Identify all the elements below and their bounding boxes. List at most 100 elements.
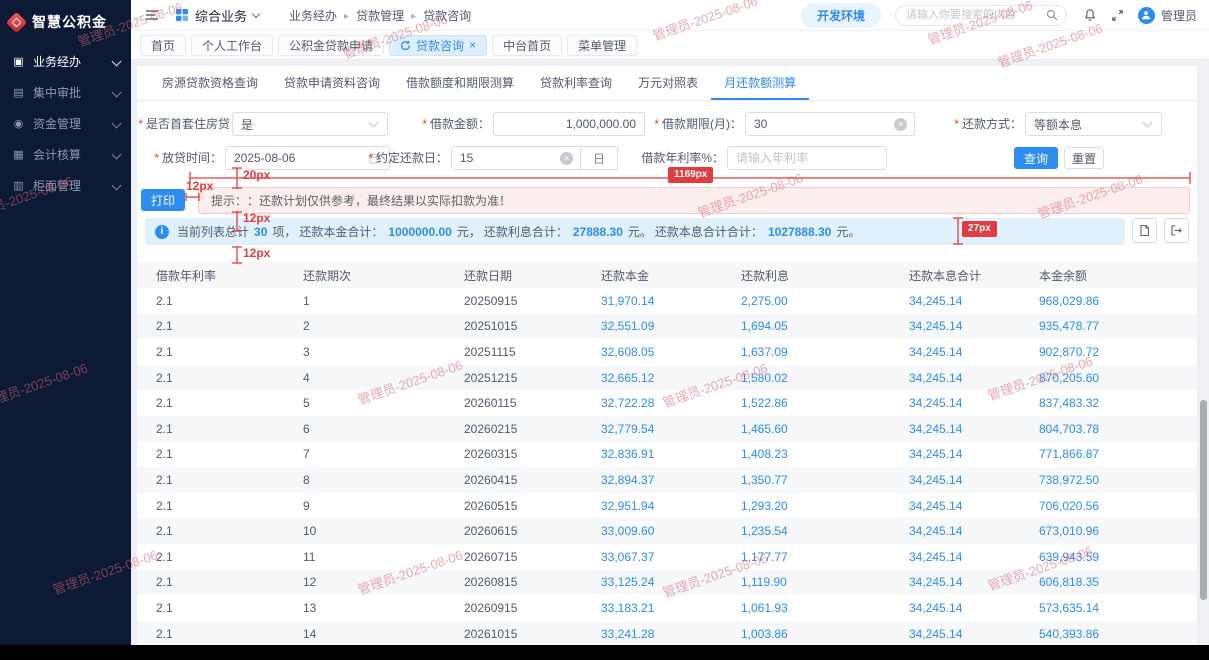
table-cell: 2.1 (156, 293, 173, 308)
subtab-10k-table[interactable]: 万元对照表 (625, 66, 711, 100)
accounting-icon: ▦ (13, 149, 24, 161)
table-cell: 34,245.14 (909, 498, 963, 513)
print-button[interactable]: 打印 (141, 189, 185, 211)
repay-method-select[interactable]: 等额本息 (1025, 112, 1162, 136)
loan-amount-input[interactable] (494, 113, 644, 135)
table-row: 2.1 2 20251015 32,551.09 1,694.05 34,245.14 93… (137, 313, 1197, 340)
search-icon[interactable] (1046, 9, 1058, 21)
subtab-quota-term[interactable]: 借款额度和期限测算 (393, 66, 527, 100)
table-cell: 968,029.86 (1039, 293, 1100, 308)
tab-workbench[interactable]: 个人工作台 (191, 34, 274, 56)
query-button[interactable]: 查询 (1014, 147, 1058, 169)
subtab-house-qualify[interactable]: 房源贷款资格查询 (149, 66, 271, 100)
table-cell: 34,245.14 (909, 319, 963, 334)
principal-total: 1000000.00 (388, 224, 452, 239)
annual-rate-input[interactable] (728, 147, 886, 169)
table-cell: 2.1 (156, 319, 173, 334)
breadcrumb-item[interactable]: 贷款管理 (356, 7, 404, 24)
repay-day-suffix: 日 (579, 147, 617, 169)
search-input[interactable] (903, 8, 1046, 22)
table-cell: 31,970.14 (601, 293, 655, 308)
table-cell: 33,067.37 (601, 549, 655, 564)
breadcrumb-item[interactable]: 贷款咨询 (423, 7, 471, 24)
table-cell: 771,866.87 (1039, 447, 1100, 462)
interest-total: 27888.30 (572, 224, 623, 239)
export-icon (1171, 225, 1182, 236)
file-icon (1140, 224, 1150, 237)
loan-date-label: 放贷时间： (137, 146, 222, 170)
table-cell: 34,245.14 (909, 370, 963, 385)
loan-term-input[interactable] (746, 113, 894, 135)
table-row: 2.1 1 20250915 31,970.14 2,275.00 34,245.14 96… (137, 288, 1197, 314)
table-row: 2.1 9 20260515 32,951.94 1,293.20 34,245.14 70… (137, 493, 1197, 519)
notification-bell-icon[interactable] (1083, 8, 1097, 22)
environment-badge: 开发环境 (800, 2, 881, 28)
tab-home[interactable]: 首页 (140, 34, 187, 56)
sidebar-item-label: 集中审批 (33, 86, 82, 100)
table-cell: 573,635.14 (1039, 600, 1100, 615)
menu-collapse-icon[interactable] (145, 9, 159, 21)
repay-day-input[interactable] (452, 147, 560, 169)
username-label[interactable]: 管理员 (1161, 7, 1197, 24)
first-home-select[interactable]: 是 (232, 112, 388, 136)
scrollbar-thumb[interactable] (1200, 400, 1207, 600)
table-cell: 6 (303, 421, 310, 436)
sidebar-item-business[interactable]: ▣ 业务经办 (0, 46, 131, 77)
export-out-button[interactable] (1164, 218, 1189, 243)
table-cell: 2.1 (156, 600, 173, 615)
table-cell: 20251115 (464, 344, 516, 359)
subtab-apply-info[interactable]: 贷款申请资料咨询 (271, 66, 393, 100)
tab-loan-apply[interactable]: 公积金贷款申请 (278, 34, 385, 56)
table-cell: 34,245.14 (909, 626, 963, 641)
sidebar-item-approval[interactable]: ▤ 集中审批 (0, 77, 131, 108)
tab-mid-platform[interactable]: 中台首页 (492, 34, 563, 56)
table-cell: 2.1 (156, 344, 173, 359)
measure-badge-height: 27px (962, 221, 997, 237)
table-row: 2.1 12 20260815 33,125.24 1,119.90 34,245.14 6… (137, 569, 1197, 596)
table-cell: 2.1 (156, 524, 173, 539)
tab-loan-consult[interactable]: 贷款咨询 × (389, 34, 488, 56)
chevron-down-icon (111, 87, 122, 98)
measure-label-12c: 12px (243, 246, 271, 260)
table-cell: 1,465.60 (741, 421, 788, 436)
table-cell: 32,779.54 (601, 421, 655, 436)
clear-icon[interactable] (559, 151, 573, 165)
table-cell: 20251015 (464, 319, 518, 334)
total-count: 30 (254, 224, 268, 239)
table-row: 2.1 4 20251215 32,665.12 1,580.02 34,245.14 87… (137, 364, 1197, 391)
refresh-icon[interactable] (400, 40, 411, 51)
column-header: 本金余额 (1039, 268, 1088, 283)
table-cell: 33,125.24 (601, 575, 655, 590)
sidebar-item-counter[interactable]: ▥ 柜面管理 (0, 170, 131, 201)
subtab-rate-query[interactable]: 贷款利率查询 (527, 66, 625, 100)
table-cell: 540,393.86 (1039, 626, 1100, 641)
app-window: 智慧公积金 ▣ 业务经办 ▤ 集中审批 ◉ 资金管理 ▦ 会计核算 ▥ 柜面管理… (0, 0, 1209, 660)
table-cell: 14 (303, 626, 317, 641)
table-cell: 20260115 (464, 396, 517, 411)
breadcrumb-separator-icon (344, 8, 349, 22)
loan-date-input[interactable] (226, 147, 369, 169)
global-search[interactable] (894, 4, 1067, 26)
table-cell: 8 (303, 472, 310, 487)
export-file-button[interactable] (1132, 218, 1157, 243)
user-avatar[interactable] (1137, 6, 1155, 24)
reset-button[interactable]: 重置 (1064, 147, 1104, 169)
grid-icon (175, 8, 189, 22)
fullscreen-icon[interactable] (1111, 9, 1124, 22)
table-row: 2.1 13 20260915 33,183.21 1,061.93 34,245.14 5… (137, 595, 1197, 621)
table-cell: 20260815 (464, 575, 518, 590)
logo-title: 智慧公积金 (32, 14, 107, 30)
logo-icon (5, 11, 28, 33)
table-header: 借款年利率 还款期次 还款日期 还款本金 还款利息 还款本息合计 本金余额 (137, 262, 1197, 288)
tab-menu-mgmt[interactable]: 菜单管理 (567, 34, 638, 56)
sidebar-item-funds[interactable]: ◉ 资金管理 (0, 108, 131, 139)
breadcrumb-item[interactable]: 业务经办 (289, 7, 337, 24)
app-switcher[interactable]: 综合业务 (175, 6, 261, 25)
close-icon[interactable]: × (469, 39, 476, 51)
clear-icon[interactable] (894, 117, 907, 131)
column-header: 还款利息 (741, 268, 790, 283)
column-header: 借款年利率 (156, 268, 217, 283)
table-cell: 7 (303, 447, 310, 462)
subtab-monthly-repay[interactable]: 月还款额测算 (711, 66, 810, 100)
sidebar-item-accounting[interactable]: ▦ 会计核算 (0, 139, 131, 170)
